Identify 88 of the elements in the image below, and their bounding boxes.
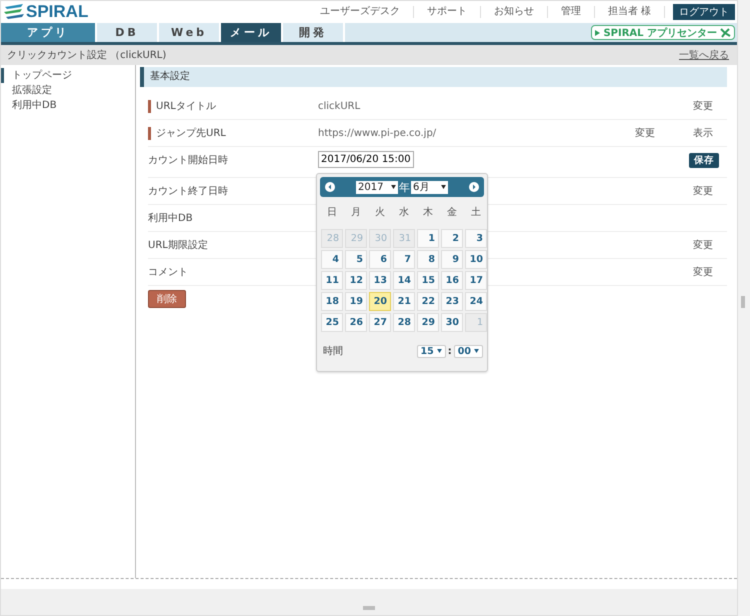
day-cell[interactable]: 18 <box>321 292 343 311</box>
field-label: ジャンプ先URL <box>156 126 226 140</box>
time-separator: : <box>448 346 452 356</box>
nav-tab[interactable]: アプリ <box>1 23 97 42</box>
day-cell[interactable]: 9 <box>441 250 463 269</box>
field-label: カウント開始日時 <box>148 154 228 167</box>
section-header: 基本設定 <box>140 67 727 87</box>
action-link[interactable]: 変更 <box>693 99 713 113</box>
resize-handle[interactable] <box>363 606 375 610</box>
play-icon <box>595 30 600 36</box>
day-cell[interactable]: 11 <box>321 271 343 290</box>
caret-icon <box>441 185 446 189</box>
day-cell[interactable]: 15 <box>417 271 439 290</box>
day-cell[interactable]: 2 <box>441 229 463 248</box>
logout-button[interactable]: ログアウト <box>673 4 735 20</box>
action-link[interactable]: 変更 <box>635 126 655 140</box>
day-cell[interactable]: 24 <box>465 292 487 311</box>
action-link[interactable]: 変更 <box>693 184 713 198</box>
weekday-label: 土 <box>470 206 482 220</box>
field-value: https://www.pi-pe.co.jp/ <box>318 128 436 138</box>
year-suffix: 年 <box>399 180 410 194</box>
save-button[interactable]: 保存 <box>689 153 719 168</box>
time-label: 時間 <box>323 344 343 358</box>
day-cell[interactable]: 22 <box>417 292 439 311</box>
weekday-label: 火 <box>374 206 386 220</box>
action-link[interactable]: 変更 <box>693 265 713 279</box>
day-cell[interactable]: 8 <box>417 250 439 269</box>
previous-icon[interactable] <box>325 182 335 192</box>
day-cell[interactable]: 19 <box>345 292 367 311</box>
hour-select[interactable]: 15 <box>416 344 446 358</box>
header-link[interactable]: 担当者 様 <box>594 6 665 18</box>
day-cell[interactable]: 23 <box>441 292 463 311</box>
action-link[interactable]: 変更 <box>693 238 713 252</box>
weekday-label: 月 <box>350 206 362 220</box>
date-input[interactable]: 2017/06/20 15:00 <box>318 151 414 168</box>
day-cell[interactable]: 3 <box>465 229 487 248</box>
day-cell[interactable]: 4 <box>321 250 343 269</box>
action-link[interactable]: 表示 <box>693 126 713 140</box>
field-label: URL期限設定 <box>148 238 208 252</box>
weekday-label: 水 <box>398 206 410 220</box>
day-cell[interactable]: 12 <box>345 271 367 290</box>
day-cell[interactable]: 28 <box>393 313 415 332</box>
day-cell[interactable]: 21 <box>393 292 415 311</box>
sidebar-item[interactable]: トップページ <box>1 68 135 83</box>
day-cell[interactable]: 1 <box>417 229 439 248</box>
day-cell[interactable]: 17 <box>465 271 487 290</box>
day-cell[interactable]: 20 <box>369 292 391 311</box>
weekday-label: 木 <box>422 206 434 220</box>
day-cell[interactable]: 14 <box>393 271 415 290</box>
weekday-label: 日 <box>326 206 338 220</box>
day-cell[interactable]: 10 <box>465 250 487 269</box>
logo-text: SPIRAL <box>26 2 88 22</box>
header-link[interactable]: ユーザーズデスク <box>306 6 414 18</box>
minute-select[interactable]: 00 <box>454 344 483 358</box>
field-label: 利用中DB <box>148 212 193 225</box>
delete-button[interactable]: 削除 <box>148 290 186 308</box>
field-label: URLタイトル <box>156 100 216 113</box>
caret-icon <box>436 349 442 353</box>
sidebar-item[interactable]: 利用中DB <box>1 98 135 113</box>
field-label: コメント <box>148 266 188 279</box>
app-center-button[interactable]: SPIRAL アプリセンター <box>591 25 735 40</box>
day-cell[interactable]: 27 <box>369 313 391 332</box>
weekday-label: 金 <box>446 206 458 220</box>
caret-icon <box>391 185 396 189</box>
field-label: カウント終了日時 <box>148 184 228 198</box>
scrollbar-thumb[interactable] <box>741 296 745 308</box>
day-cell[interactable]: 30 <box>441 313 463 332</box>
header-link[interactable]: サポート <box>414 6 481 18</box>
header-link[interactable]: 管理 <box>548 6 595 18</box>
field-value: clickURL <box>318 100 360 112</box>
day-cell[interactable]: 6 <box>369 250 391 269</box>
day-cell[interactable]: 29 <box>417 313 439 332</box>
day-cell[interactable]: 16 <box>441 271 463 290</box>
day-cell[interactable]: 13 <box>369 271 391 290</box>
sidebar-item[interactable]: 拡張設定 <box>1 83 135 98</box>
back-link[interactable]: 一覧へ戻る <box>679 48 729 62</box>
caret-icon <box>474 349 479 353</box>
day-cell[interactable]: 26 <box>345 313 367 332</box>
day-cell[interactable]: 5 <box>345 250 367 269</box>
next-icon[interactable] <box>469 182 479 192</box>
month-select[interactable]: 6月 <box>411 180 448 194</box>
page-title: クリックカウント設定 （clickURL) <box>7 48 166 62</box>
nav-tab[interactable]: メール <box>221 23 283 42</box>
day-cell[interactable]: 7 <box>393 250 415 269</box>
day-cell[interactable]: 25 <box>321 313 343 332</box>
header-link[interactable]: お知らせ <box>480 6 548 18</box>
year-select[interactable]: 2017 <box>356 180 398 194</box>
logo-icon <box>3 3 25 21</box>
